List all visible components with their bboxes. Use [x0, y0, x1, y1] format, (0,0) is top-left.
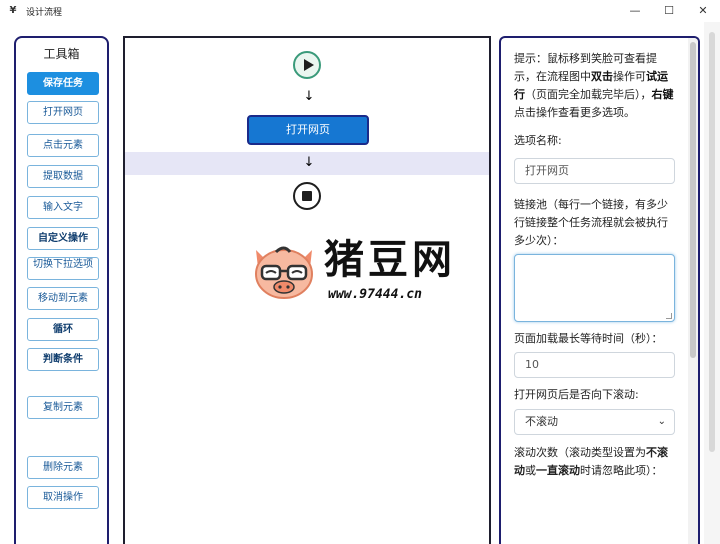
toolbox-button[interactable]: 点击元素 — [27, 134, 99, 157]
toolbox-button[interactable]: 切换下拉选项 — [27, 257, 99, 280]
toolbox-button[interactable]: 循环 — [27, 318, 99, 341]
scroll-type-label: 打开网页后是否向下滚动: — [514, 388, 639, 401]
stop-icon[interactable] — [293, 182, 321, 210]
toolbox-button[interactable]: 输入文字 — [27, 196, 99, 219]
text-segment: 双击 — [591, 70, 613, 83]
resize-grip-icon[interactable] — [666, 313, 672, 319]
text-segment: 一直滚动 — [536, 464, 580, 477]
toolbox-button[interactable]: 删除元素 — [27, 456, 99, 479]
toolbox-button[interactable]: 提取数据 — [27, 165, 99, 188]
toolbox-button[interactable]: 复制元素 — [27, 396, 99, 419]
flow-arrow-icon: ↓ — [303, 89, 315, 104]
toolbox-button[interactable]: 打开网页 — [27, 101, 99, 124]
flow-arrow-icon: ↓ — [303, 155, 315, 170]
text-segment: 点击操作查看更多选项。 — [514, 106, 635, 119]
pig-logo-icon — [255, 246, 313, 299]
app-window: ¥ 设计流程 — ☐ ✕ 工具箱 保存任务 打开网页 点击元素 提取数据 输入文字 自定义… — [0, 0, 720, 544]
toolbox-title: 工具箱 — [43, 47, 80, 61]
maximize-icon[interactable]: ☐ — [652, 0, 686, 22]
app-logo-icon: ¥ — [9, 5, 17, 16]
text-segment: （页面完全加载完毕后）， — [525, 88, 652, 101]
option-name-input[interactable]: 打开网页 — [514, 158, 675, 184]
toolbox-panel: 工具箱 保存任务打开网页点击元素提取数据输入文字自定义操作切换下拉选项 移动到元素… — [14, 36, 109, 544]
close-icon[interactable]: ✕ — [686, 0, 720, 22]
title-bar: ¥ 设计流程 — ☐ ✕ — [0, 0, 720, 22]
wait-time-input[interactable]: 10 — [514, 352, 675, 378]
scroll-times-label: 滚动次数（滚动类型设置为不滚动或一直滚动时请忽略此项）： — [514, 444, 676, 480]
window-title: 设计流程 — [26, 7, 63, 18]
text-segment: 右键 — [651, 88, 674, 101]
scroll-thumb[interactable] — [690, 42, 696, 358]
window-scroll-thumb[interactable] — [709, 32, 715, 452]
hint-text: 提示：鼠标移到笑脸可查看提示，在流程图中双击操作可试运行（页面完全加载完毕后），… — [514, 50, 676, 122]
text-segment: 操作可 — [613, 70, 646, 83]
scroll-type-value: 不滚动 — [525, 415, 558, 428]
link-pool-textarea[interactable] — [514, 254, 675, 322]
toolbox-button[interactable]: 取消操作 — [27, 486, 99, 509]
option-name-label: 选项名称: — [514, 134, 562, 147]
toolbox-button[interactable]: 保存任务 — [27, 72, 99, 95]
link-pool-label: 链接池（每行一个链接，有多少行链接整个任务流程就会被执行多少次）： — [514, 198, 668, 247]
text-segment: 或 — [525, 464, 536, 477]
window-controls: — ☐ ✕ — [618, 0, 720, 22]
scroll-type-select[interactable]: 不滚动 ⌄ — [514, 409, 675, 435]
watermark-url: www.97444.cn — [328, 287, 422, 302]
toolbox-button[interactable]: 判断条件 — [27, 348, 99, 371]
window-scrollbar[interactable] — [704, 22, 720, 544]
options-scrollbar[interactable] — [688, 38, 698, 544]
chevron-down-icon: ⌄ — [657, 416, 666, 427]
flow-node-open-page[interactable]: 打开网页 — [247, 115, 369, 145]
options-panel: 提示：鼠标移到笑脸可查看提示，在流程图中双击操作可试运行（页面完全加载完毕后），… — [499, 36, 700, 544]
play-icon[interactable] — [293, 51, 321, 79]
minimize-icon[interactable]: — — [618, 0, 652, 22]
toolbox-button[interactable]: 自定义操作 — [27, 227, 99, 250]
site-watermark: 猪豆网 www.97444.cn — [250, 236, 490, 310]
toolbox-button[interactable]: 移动到元素 — [27, 287, 99, 310]
wait-time-label: 页面加载最长等待时间（秒）： — [514, 332, 663, 345]
watermark-title: 猪豆网 — [324, 237, 456, 283]
text-segment: 滚动次数（滚动类型设置为 — [514, 446, 646, 459]
text-segment: 时请忽略此项）： — [580, 464, 663, 477]
